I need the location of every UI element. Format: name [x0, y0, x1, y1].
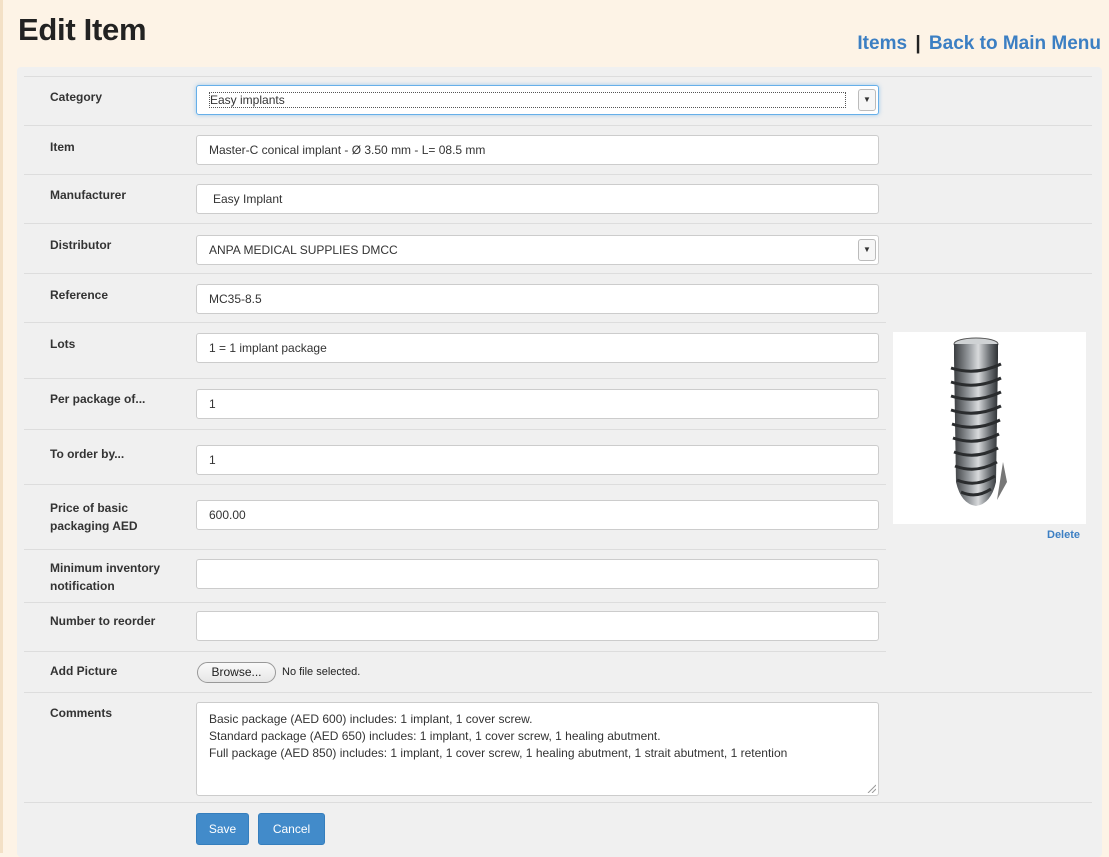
distributor-selected-value: ANPA MEDICAL SUPPLIES DMCC	[209, 243, 398, 257]
price-label-line2: packaging AED	[50, 519, 138, 533]
category-select[interactable]: Easy implants ▼	[196, 85, 879, 115]
min-inventory-label: Minimum inventory notification	[50, 559, 160, 595]
per-package-input[interactable]: 1	[196, 389, 879, 419]
row-divider	[24, 223, 1092, 224]
dental-implant-icon	[950, 337, 1007, 506]
comments-label: Comments	[50, 706, 113, 720]
row-divider	[24, 322, 886, 323]
comments-line: Basic package (AED 600) includes: 1 impl…	[209, 712, 533, 726]
delete-picture-link[interactable]: Delete	[1047, 529, 1080, 541]
reference-input[interactable]: MC35-8.5	[196, 284, 879, 314]
row-divider	[24, 549, 886, 550]
price-label-line1: Price of basic	[50, 501, 129, 515]
page-left-border	[0, 0, 3, 853]
resize-grip-icon[interactable]	[866, 783, 876, 793]
comments-line: Full package (AED 850) includes: 1 impla…	[209, 746, 788, 760]
row-divider	[24, 378, 886, 379]
item-label: Item	[50, 140, 75, 154]
browse-button[interactable]: Browse...	[197, 662, 276, 683]
row-divider	[24, 602, 886, 603]
min-inventory-input[interactable]	[196, 559, 879, 589]
nav-separator: |	[915, 33, 921, 54]
order-by-label: To order by...	[50, 447, 125, 461]
item-input[interactable]: Master-C conical implant - Ø 3.50 mm - L…	[196, 135, 879, 165]
manufacturer-label: Manufacturer	[50, 188, 127, 202]
comments-line: Standard package (AED 650) includes: 1 i…	[209, 729, 661, 743]
row-divider	[24, 484, 886, 485]
lots-input[interactable]: 1 = 1 implant package	[196, 333, 879, 363]
reorder-label: Number to reorder	[50, 614, 156, 628]
reference-label: Reference	[50, 288, 109, 302]
items-link[interactable]: Items	[857, 33, 907, 54]
reorder-input[interactable]	[196, 611, 879, 641]
min-inventory-label-line2: notification	[50, 579, 115, 593]
row-divider	[24, 692, 1092, 693]
row-divider	[24, 651, 886, 652]
row-divider	[24, 273, 1092, 274]
manufacturer-input[interactable]: Easy Implant	[196, 184, 879, 214]
save-button[interactable]: Save	[196, 813, 249, 845]
row-divider	[24, 802, 1092, 803]
dropdown-arrow-icon[interactable]: ▼	[858, 89, 876, 111]
row-divider	[24, 76, 1092, 77]
category-label: Category	[50, 90, 103, 104]
item-picture	[893, 332, 1086, 524]
per-package-label: Per package of...	[50, 392, 146, 406]
price-label: Price of basic packaging AED	[50, 499, 138, 535]
price-input[interactable]: 600.00	[196, 500, 879, 530]
top-navigation: Items | Back to Main Menu	[857, 33, 1101, 55]
row-divider	[24, 174, 1092, 175]
file-status: No file selected.	[282, 666, 361, 678]
page-title: Edit Item	[18, 12, 147, 47]
dropdown-arrow-icon[interactable]: ▼	[858, 239, 876, 261]
category-selected-value: Easy implants	[209, 92, 846, 108]
distributor-select[interactable]: ANPA MEDICAL SUPPLIES DMCC ▼	[196, 235, 879, 265]
row-divider	[24, 429, 886, 430]
lots-label: Lots	[50, 337, 76, 351]
back-to-main-menu-link[interactable]: Back to Main Menu	[929, 33, 1101, 54]
min-inventory-label-line1: Minimum inventory	[50, 561, 161, 575]
add-picture-label: Add Picture	[50, 664, 118, 678]
comments-textarea[interactable]: Basic package (AED 600) includes: 1 impl…	[196, 702, 879, 796]
order-by-input[interactable]: 1	[196, 445, 879, 475]
row-divider	[24, 125, 1092, 126]
distributor-label: Distributor	[50, 238, 112, 252]
cancel-button[interactable]: Cancel	[258, 813, 325, 845]
